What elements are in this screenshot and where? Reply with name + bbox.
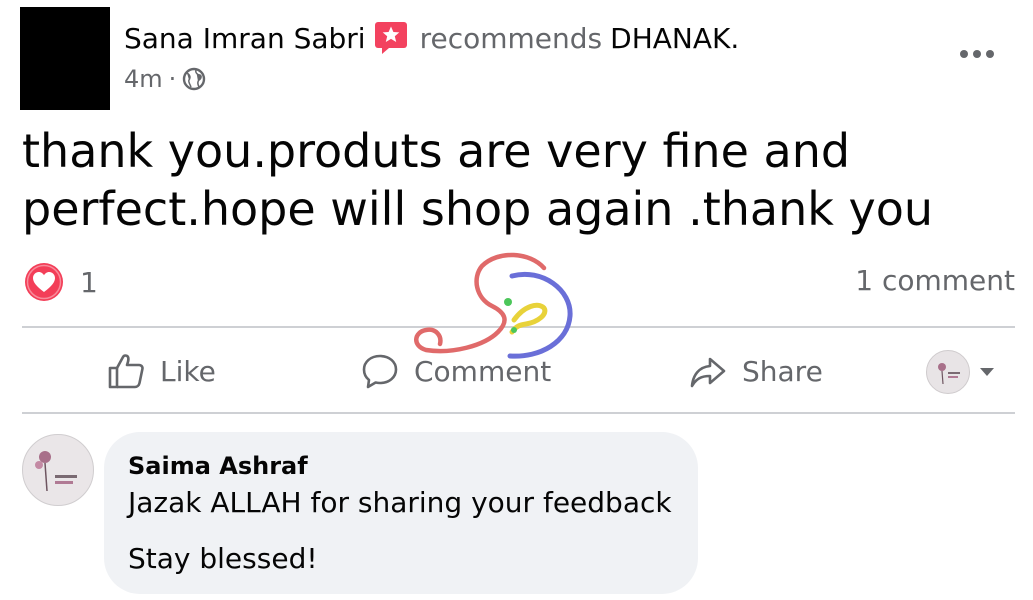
- post-text-line: perfect.hope will shop again .thank you: [22, 182, 934, 236]
- comment-text-line: Stay blessed!: [128, 542, 318, 575]
- post-body: thank you.produts are very fine and perf…: [22, 122, 1012, 238]
- page-name-text: DHANAK: [610, 21, 731, 55]
- comments-count-link[interactable]: 1 comment: [855, 264, 1015, 297]
- share-label: Share: [742, 354, 823, 388]
- commenter-name[interactable]: Saima Ashraf: [128, 452, 308, 480]
- page-name-period: .: [730, 21, 740, 55]
- recommendation-icon: [374, 22, 407, 54]
- comment-label: Comment: [414, 354, 552, 388]
- reaction-count: 1: [80, 265, 98, 299]
- post-author-avatar[interactable]: [20, 7, 110, 110]
- globe-icon: [183, 67, 206, 91]
- chevron-down-icon: [980, 368, 994, 376]
- more-options-icon[interactable]: [956, 44, 998, 64]
- share-icon: [690, 357, 726, 388]
- like-button[interactable]: Like: [106, 330, 216, 412]
- post-timestamp[interactable]: 4m: [124, 65, 163, 93]
- post-text-line: thank you.produts are very fine and: [22, 124, 851, 178]
- flower-logo-icon: [35, 451, 77, 492]
- commenter-avatar[interactable]: [22, 434, 94, 506]
- comment-icon: [362, 354, 398, 389]
- react-as-selector[interactable]: [926, 350, 994, 394]
- recommends-label: recommends: [419, 21, 603, 55]
- post-meta: 4m ·: [124, 62, 206, 96]
- page-avatar-small: [926, 350, 970, 394]
- meta-separator: ·: [168, 65, 177, 93]
- comment-button[interactable]: Comment: [360, 330, 551, 412]
- divider: [22, 326, 1015, 328]
- divider: [22, 412, 1015, 414]
- comment-bubble: Saima Ashraf Jazak ALLAH for sharing you…: [104, 432, 698, 594]
- post-author-name[interactable]: Sana Imran Sabri: [124, 22, 366, 55]
- post-header: Sana Imran Sabri recommends DHANAK.: [124, 18, 739, 58]
- love-reaction-icon: [25, 263, 63, 301]
- flower-logo-icon: [938, 363, 960, 385]
- reactions-summary[interactable]: 1: [24, 262, 98, 302]
- page-name-link[interactable]: DHANAK.: [610, 22, 739, 55]
- like-label: Like: [160, 354, 216, 388]
- like-icon: [108, 354, 144, 389]
- post-action-bar: Like Comment Share: [0, 330, 1033, 412]
- comment-text-line: Jazak ALLAH for sharing your feedback: [128, 486, 672, 519]
- share-button[interactable]: Share: [688, 330, 823, 412]
